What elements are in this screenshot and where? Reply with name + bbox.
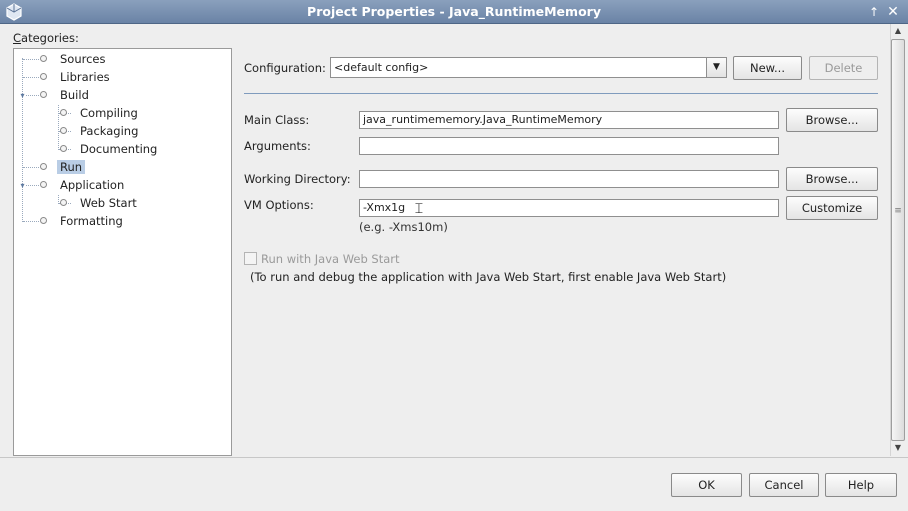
- tree-item-label: Compiling: [80, 106, 138, 120]
- scroll-down-icon[interactable]: ▼: [890, 441, 906, 455]
- configuration-label: Configuration:: [244, 61, 326, 75]
- tree-branch: [23, 59, 39, 60]
- run-with-web-start-label: Run with Java Web Start: [261, 252, 400, 266]
- vm-options-label: VM Options:: [244, 198, 314, 212]
- configuration-value: <default config>: [334, 61, 429, 74]
- working-directory-field[interactable]: [359, 170, 779, 188]
- main-class-browse-button[interactable]: Browse...: [786, 108, 878, 132]
- scroll-up-icon[interactable]: ▲: [890, 24, 906, 38]
- node-dot-icon: [60, 127, 67, 134]
- cancel-button[interactable]: Cancel: [749, 473, 819, 497]
- tree-branch: [23, 221, 39, 222]
- tree-item-label: Libraries: [60, 70, 110, 84]
- run-with-web-start-checkbox[interactable]: [244, 252, 257, 265]
- working-directory-label: Working Directory:: [244, 172, 351, 186]
- tree-item-label: Packaging: [80, 124, 139, 138]
- web-start-note: (To run and debug the application with J…: [250, 270, 727, 284]
- grip-icon: ≡: [894, 206, 902, 216]
- node-dot-icon: [60, 145, 67, 152]
- arguments-label: Arguments:: [244, 139, 311, 153]
- node-dot-icon: [60, 109, 67, 116]
- categories-tree[interactable]: ▾ ▾ Sources Libraries Build Compiling Pa…: [13, 48, 232, 456]
- tree-item-label: Sources: [60, 52, 106, 66]
- netbeans-cube-icon: [5, 3, 23, 21]
- node-dot-icon: [40, 73, 47, 80]
- scrollbar-thumb[interactable]: [891, 39, 905, 441]
- node-dot-icon: [40, 217, 47, 224]
- window-title: Project Properties - Java_RuntimeMemory: [307, 4, 601, 19]
- vm-options-customize-button[interactable]: Customize: [786, 196, 878, 220]
- tree-item-documenting[interactable]: Documenting: [59, 140, 160, 158]
- tree-branch: [23, 77, 39, 78]
- node-dot-icon: [40, 181, 47, 188]
- tree-item-label: Build: [60, 88, 89, 102]
- arrow-up-icon[interactable]: ↑: [866, 3, 882, 21]
- tree-item-label: Run: [57, 160, 86, 174]
- expanded-toggle-icon[interactable]: ▾: [18, 91, 27, 100]
- arguments-field[interactable]: [359, 137, 779, 155]
- tree-item-application[interactable]: Application: [39, 176, 127, 194]
- tree-branch: [26, 185, 39, 186]
- expanded-toggle-icon[interactable]: ▾: [18, 181, 27, 190]
- node-dot-icon: [40, 163, 47, 170]
- text-cursor-icon: ⌶: [414, 201, 424, 217]
- footer-separator: [0, 457, 908, 458]
- node-dot-icon: [60, 199, 67, 206]
- chevron-down-icon[interactable]: ▼: [706, 58, 726, 77]
- tree-item-sources[interactable]: Sources: [39, 50, 109, 68]
- categories-label: Categories:: [13, 31, 79, 45]
- tree-item-libraries[interactable]: Libraries: [39, 68, 113, 86]
- tree-item-label: Documenting: [80, 142, 158, 156]
- working-directory-browse-button[interactable]: Browse...: [786, 167, 878, 191]
- close-icon[interactable]: ✕: [884, 3, 902, 21]
- delete-config-button[interactable]: Delete: [809, 56, 878, 80]
- main-class-label: Main Class:: [244, 113, 310, 127]
- tree-item-run[interactable]: Run: [39, 158, 86, 176]
- tree-branch: [23, 167, 39, 168]
- ok-button[interactable]: OK: [671, 473, 742, 497]
- configuration-combo[interactable]: <default config>: [330, 57, 727, 78]
- section-divider: [244, 93, 878, 94]
- tree-item-packaging[interactable]: Packaging: [59, 122, 141, 140]
- tree-item-formatting[interactable]: Formatting: [39, 212, 126, 230]
- tree-branch: [26, 95, 39, 96]
- new-config-button[interactable]: New...: [733, 56, 802, 80]
- vm-options-hint: (e.g. -Xms10m): [359, 220, 448, 234]
- node-dot-icon: [40, 91, 47, 98]
- categories-label-rest: ategories:: [21, 31, 79, 45]
- tree-item-label: Formatting: [60, 214, 123, 228]
- help-button[interactable]: Help: [825, 473, 897, 497]
- tree-item-label: Web Start: [80, 196, 137, 210]
- tree-line-root: [22, 58, 23, 222]
- tree-item-web-start[interactable]: Web Start: [59, 194, 140, 212]
- main-class-field[interactable]: java_runtimememory.Java_RuntimeMemory: [359, 111, 779, 129]
- tree-item-build[interactable]: Build: [39, 86, 92, 104]
- node-dot-icon: [40, 55, 47, 62]
- tree-item-label: Application: [60, 178, 125, 192]
- tree-item-compiling[interactable]: Compiling: [59, 104, 141, 122]
